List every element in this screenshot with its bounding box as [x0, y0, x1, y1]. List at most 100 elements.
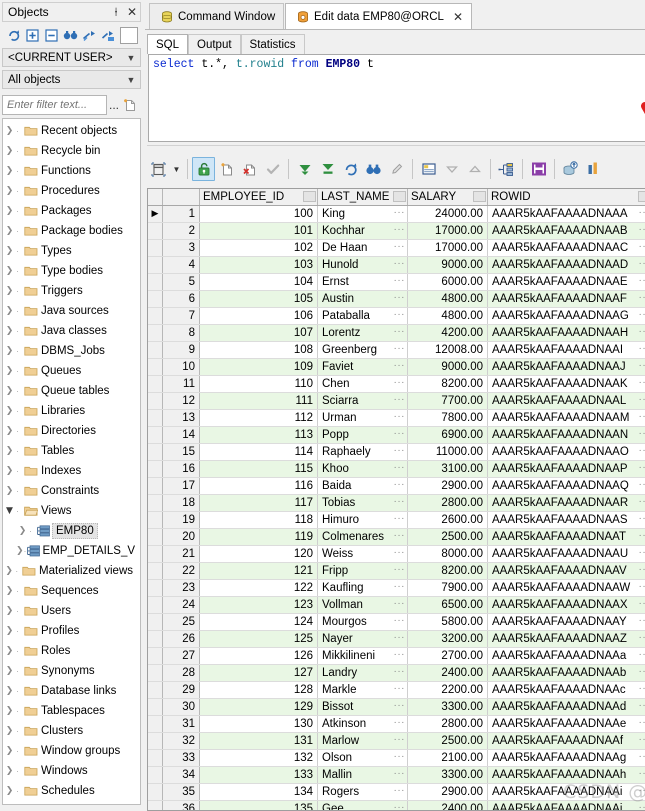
tree-item-windows[interactable]: ❯ · Windows — [3, 761, 133, 781]
table-row[interactable]: 14 113 Popp ··· 6900.00 AAAR5kAAFAAAADNAAN ··· — [148, 427, 645, 444]
cell-editor-ellipsis[interactable]: ··· — [394, 411, 406, 422]
expand-all-icon[interactable] — [24, 27, 41, 44]
cell-editor-ellipsis[interactable]: ··· — [639, 207, 645, 218]
cell-employee-id[interactable]: 130 — [200, 716, 318, 732]
cell-employee-id[interactable]: 135 — [200, 801, 318, 810]
column-resize-grip[interactable] — [638, 191, 645, 202]
cell-rowid[interactable]: AAAR5kAAFAAAADNAAj ··· — [488, 801, 645, 810]
cell-employee-id[interactable]: 121 — [200, 563, 318, 579]
cell-rowid[interactable]: AAAR5kAAFAAAADNAAQ ··· — [488, 478, 645, 494]
cell-employee-id[interactable]: 100 — [200, 206, 318, 222]
cell-rowid[interactable]: AAAR5kAAFAAAADNAAD ··· — [488, 257, 645, 273]
objects-tree[interactable]: ❯ · Recent objects ❯ · Recycle bin ❯ · Functions… — [2, 118, 141, 805]
table-row[interactable]: ▶1 100 King ··· 24000.00 AAAR5kAAFAAAADNAAA ··… — [148, 206, 645, 223]
cell-editor-ellipsis[interactable]: ··· — [639, 632, 645, 643]
tree-item-materialized-views[interactable]: ❯ · Materialized views — [3, 561, 133, 581]
cell-last-name[interactable]: Faviet ··· — [318, 359, 408, 375]
cell-editor-ellipsis[interactable]: ··· — [639, 292, 645, 303]
chevron-right-icon[interactable]: ❯ — [3, 686, 16, 696]
row-number[interactable]: 27 — [163, 648, 200, 664]
table-row[interactable]: 23 122 Kaufling ··· 7900.00 AAAR5kAAFAAAADNAA… — [148, 580, 645, 597]
cell-salary[interactable]: 3300.00 — [408, 767, 488, 783]
cell-editor-ellipsis[interactable]: ··· — [394, 428, 406, 439]
table-row[interactable]: 27 126 Mikkilineni ··· 2700.00 AAAR5kAAFAAAAD… — [148, 648, 645, 665]
cell-last-name[interactable]: Pataballa ··· — [318, 308, 408, 324]
cell-editor-ellipsis[interactable]: ··· — [394, 683, 406, 694]
cell-last-name[interactable]: Colmenares ··· — [318, 529, 408, 545]
cell-rowid[interactable]: AAAR5kAAFAAAADNAAT ··· — [488, 529, 645, 545]
close-icon[interactable]: ✕ — [453, 10, 463, 24]
collapse-all-icon[interactable] — [43, 27, 60, 44]
tree-item-functions[interactable]: ❯ · Functions — [3, 161, 133, 181]
chevron-right-icon[interactable]: ❯ — [3, 346, 16, 356]
cell-rowid[interactable]: AAAR5kAAFAAAADNAAA ··· — [488, 206, 645, 222]
cell-editor-ellipsis[interactable]: ··· — [394, 649, 406, 660]
cell-editor-ellipsis[interactable]: ··· — [394, 258, 406, 269]
table-row[interactable]: 12 111 Sciarra ··· 7700.00 AAAR5kAAFAAAADNAAL… — [148, 393, 645, 410]
cell-employee-id[interactable]: 132 — [200, 750, 318, 766]
cell-rowid[interactable]: AAAR5kAAFAAAADNAAX ··· — [488, 597, 645, 613]
cell-last-name[interactable]: Mallin ··· — [318, 767, 408, 783]
cell-employee-id[interactable]: 107 — [200, 325, 318, 341]
chevron-right-icon[interactable]: ❯ — [3, 666, 16, 676]
cell-salary[interactable]: 2500.00 — [408, 529, 488, 545]
cell-rowid[interactable]: AAAR5kAAFAAAADNAAS ··· — [488, 512, 645, 528]
row-number[interactable]: 6 — [163, 291, 200, 307]
table-row[interactable]: 34 133 Mallin ··· 3300.00 AAAR5kAAFAAAADNAAh ·… — [148, 767, 645, 784]
cell-editor-ellipsis[interactable]: ··· — [639, 615, 645, 626]
row-number[interactable]: 28 — [163, 665, 200, 681]
cell-last-name[interactable]: Weiss ··· — [318, 546, 408, 562]
chevron-right-icon[interactable]: ❯ — [3, 146, 16, 156]
cell-rowid[interactable]: AAAR5kAAFAAAADNAAa ··· — [488, 648, 645, 664]
color-swatch[interactable] — [120, 27, 138, 44]
tree-item-users[interactable]: ❯ · Users — [3, 601, 133, 621]
tree-item-directories[interactable]: ❯ · Directories — [3, 421, 133, 441]
cell-last-name[interactable]: Rogers ··· — [318, 784, 408, 800]
cell-salary[interactable]: 7900.00 — [408, 580, 488, 596]
chevron-right-icon[interactable]: ❯ — [3, 646, 16, 656]
row-number[interactable]: 14 — [163, 427, 200, 443]
cell-editor-ellipsis[interactable]: ··· — [639, 275, 645, 286]
cell-editor-ellipsis[interactable]: ··· — [639, 666, 645, 677]
cell-editor-ellipsis[interactable]: ··· — [394, 207, 406, 218]
cell-editor-ellipsis[interactable]: ··· — [639, 513, 645, 524]
cell-employee-id[interactable]: 105 — [200, 291, 318, 307]
cell-rowid[interactable]: AAAR5kAAFAAAADNAAY ··· — [488, 614, 645, 630]
filter-icon[interactable] — [81, 27, 98, 44]
cell-salary[interactable]: 6900.00 — [408, 427, 488, 443]
cell-rowid[interactable]: AAAR5kAAFAAAADNAAE ··· — [488, 274, 645, 290]
cell-editor-ellipsis[interactable]: ··· — [639, 802, 645, 810]
cell-salary[interactable]: 3300.00 — [408, 699, 488, 715]
cell-rowid[interactable]: AAAR5kAAFAAAADNAAe ··· — [488, 716, 645, 732]
row-number[interactable]: 31 — [163, 716, 200, 732]
cell-rowid[interactable]: AAAR5kAAFAAAADNAAb ··· — [488, 665, 645, 681]
cell-editor-ellipsis[interactable]: ··· — [394, 564, 406, 575]
cell-rowid[interactable]: AAAR5kAAFAAAADNAAN ··· — [488, 427, 645, 443]
fetch-last-page-icon[interactable] — [316, 157, 339, 181]
tab-sql[interactable]: SQL — [147, 34, 189, 54]
column-header-employee-id[interactable]: EMPLOYEE_ID — [200, 189, 318, 205]
cell-last-name[interactable]: Fripp ··· — [318, 563, 408, 579]
cell-editor-ellipsis[interactable]: ··· — [394, 530, 406, 541]
row-number[interactable]: 15 — [163, 444, 200, 460]
cell-editor-ellipsis[interactable]: ··· — [639, 683, 645, 694]
table-row[interactable]: 8 107 Lorentz ··· 4200.00 AAAR5kAAFAAAADNAAH ·… — [148, 325, 645, 342]
chevron-right-icon[interactable]: ❯ — [3, 726, 16, 736]
table-row[interactable]: 16 115 Khoo ··· 3100.00 AAAR5kAAFAAAADNAAP ··· — [148, 461, 645, 478]
tab-command-window[interactable]: Command Window — [149, 3, 285, 29]
cell-last-name[interactable]: Mikkilineni ··· — [318, 648, 408, 664]
refresh-icon[interactable] — [339, 157, 362, 181]
chevron-right-icon[interactable]: ❯ — [3, 426, 16, 436]
cell-rowid[interactable]: AAAR5kAAFAAAADNAAJ ··· — [488, 359, 645, 375]
tree-item-emp-details-v[interactable]: ❯ · EMP_DETAILS_V — [3, 541, 135, 561]
tree-item-procedures[interactable]: ❯ · Procedures — [3, 181, 133, 201]
chevron-right-icon[interactable]: ❯ — [3, 586, 16, 596]
column-header-salary[interactable]: SALARY — [408, 189, 488, 205]
cell-last-name[interactable]: Baida ··· — [318, 478, 408, 494]
chevron-right-icon[interactable]: ❯ — [3, 766, 16, 776]
table-row[interactable]: 18 117 Tobias ··· 2800.00 AAAR5kAAFAAAADNAAR ·… — [148, 495, 645, 512]
cell-last-name[interactable]: Vollman ··· — [318, 597, 408, 613]
cell-employee-id[interactable]: 115 — [200, 461, 318, 477]
dropdown-caret-icon[interactable]: ▼ — [170, 165, 183, 174]
tree-item-recycle-bin[interactable]: ❯ · Recycle bin — [3, 141, 133, 161]
